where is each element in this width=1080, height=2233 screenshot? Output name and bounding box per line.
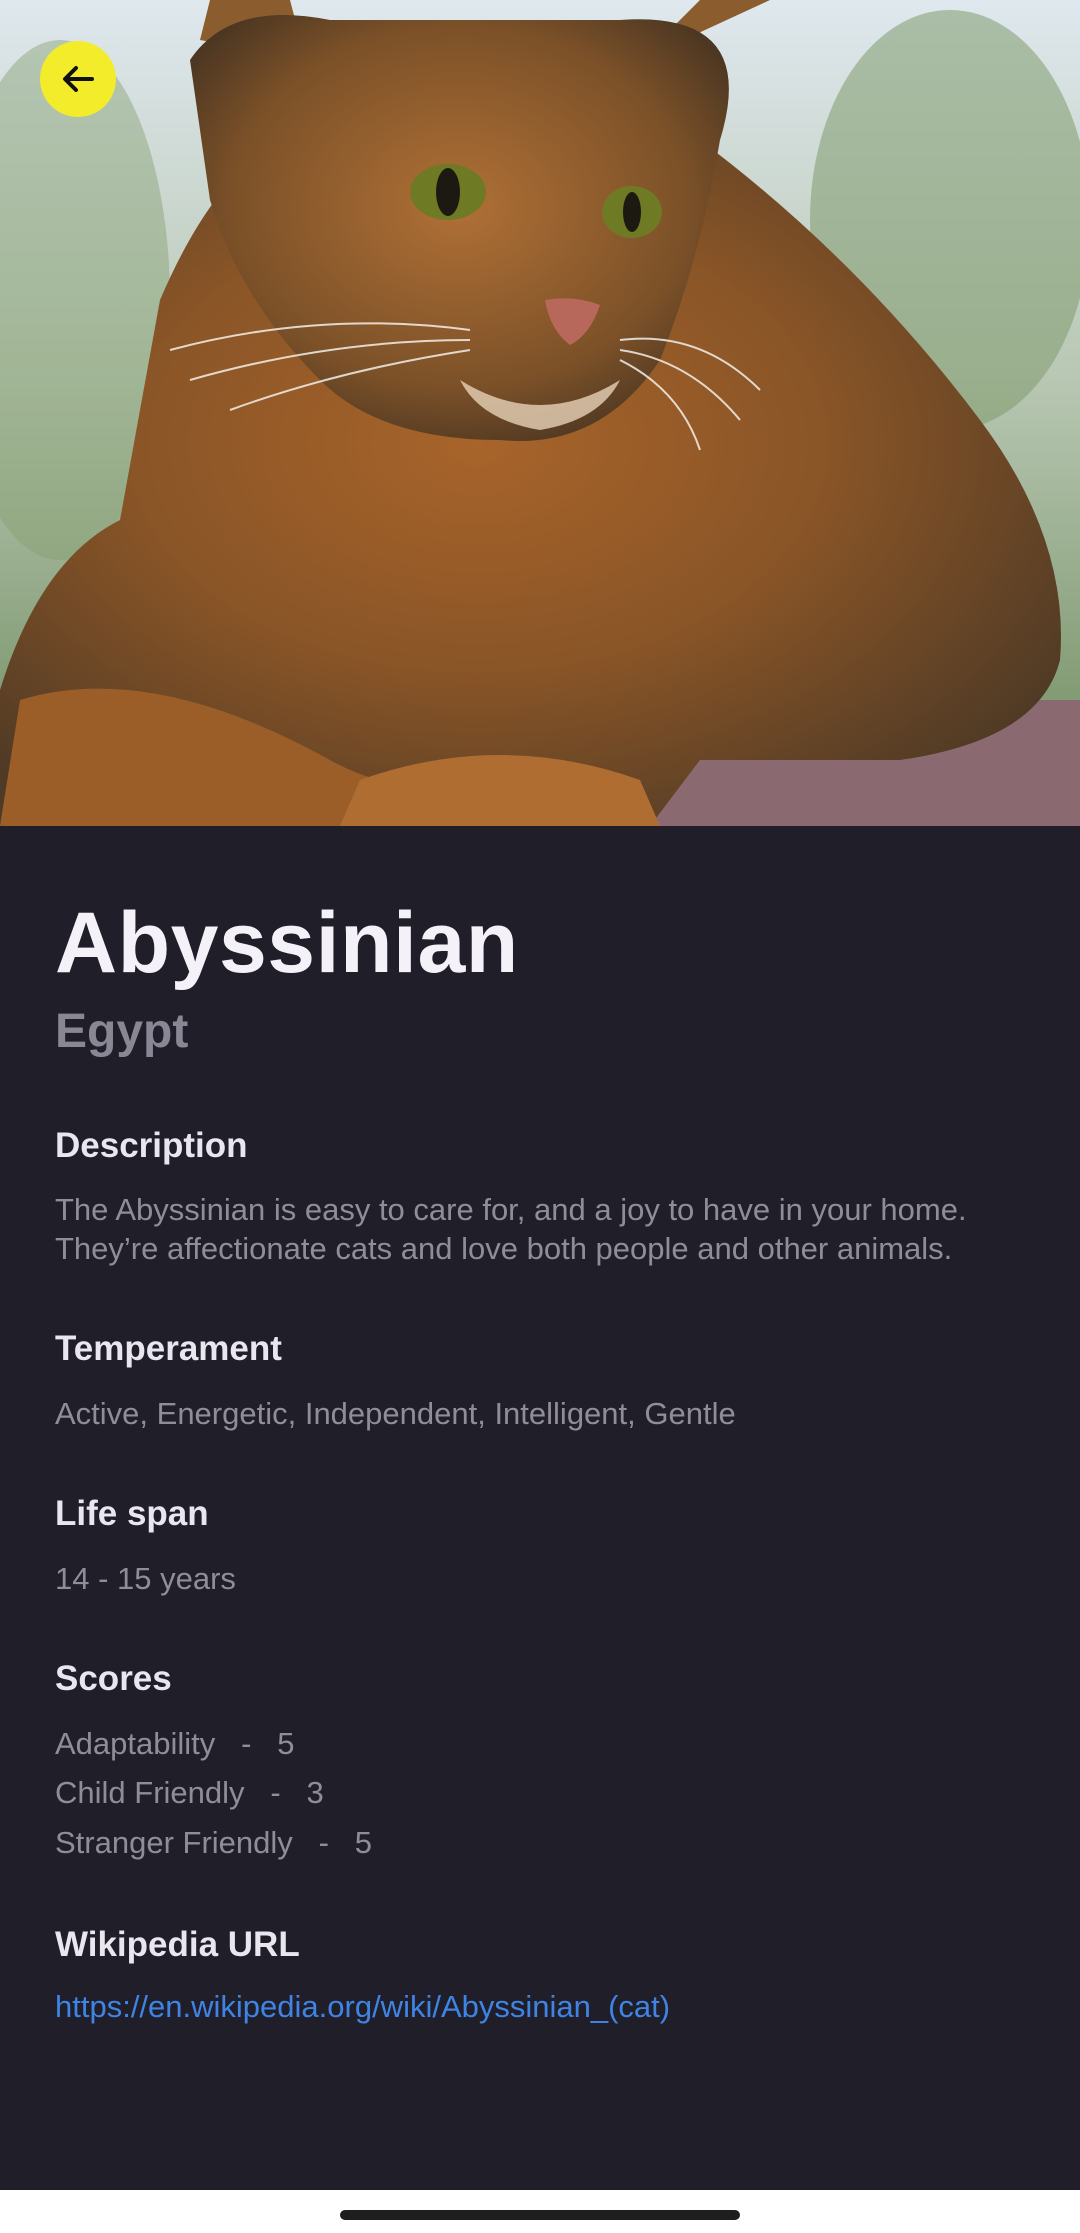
wikipedia-link[interactable]: https://en.wikipedia.org/wiki/Abyssinian… (55, 1989, 670, 2025)
scores-title: Scores (55, 1659, 172, 1698)
score-adaptability: Adaptability - 5 (55, 1726, 295, 1761)
life-span-text: 14 - 15 years (55, 1561, 236, 1596)
description-text-line2: They’re affectionate cats and love both … (55, 1231, 953, 1266)
system-nav-bar (0, 2190, 1080, 2233)
home-indicator[interactable] (340, 2210, 740, 2220)
temperament-text: Active, Energetic, Independent, Intellig… (55, 1396, 736, 1431)
description-text-line1: The Abyssinian is easy to care for, and … (55, 1192, 967, 1227)
breed-origin: Egypt (55, 1005, 189, 1058)
breed-name: Abyssinian (55, 895, 519, 991)
arrow-left-icon (63, 66, 94, 92)
temperament-title: Temperament (55, 1329, 282, 1368)
description-title: Description (55, 1126, 248, 1165)
score-stranger-friendly: Stranger Friendly - 5 (55, 1825, 373, 1860)
score-child-friendly: Child Friendly - 3 (55, 1775, 324, 1810)
life-span-title: Life span (55, 1494, 209, 1533)
wikipedia-title: Wikipedia URL (55, 1925, 300, 1964)
back-button[interactable] (40, 41, 116, 117)
cat-photo (0, 0, 1080, 826)
hero-image (0, 0, 1080, 826)
breed-details: Abyssinian Egypt Description The Abyssin… (0, 826, 1080, 2190)
